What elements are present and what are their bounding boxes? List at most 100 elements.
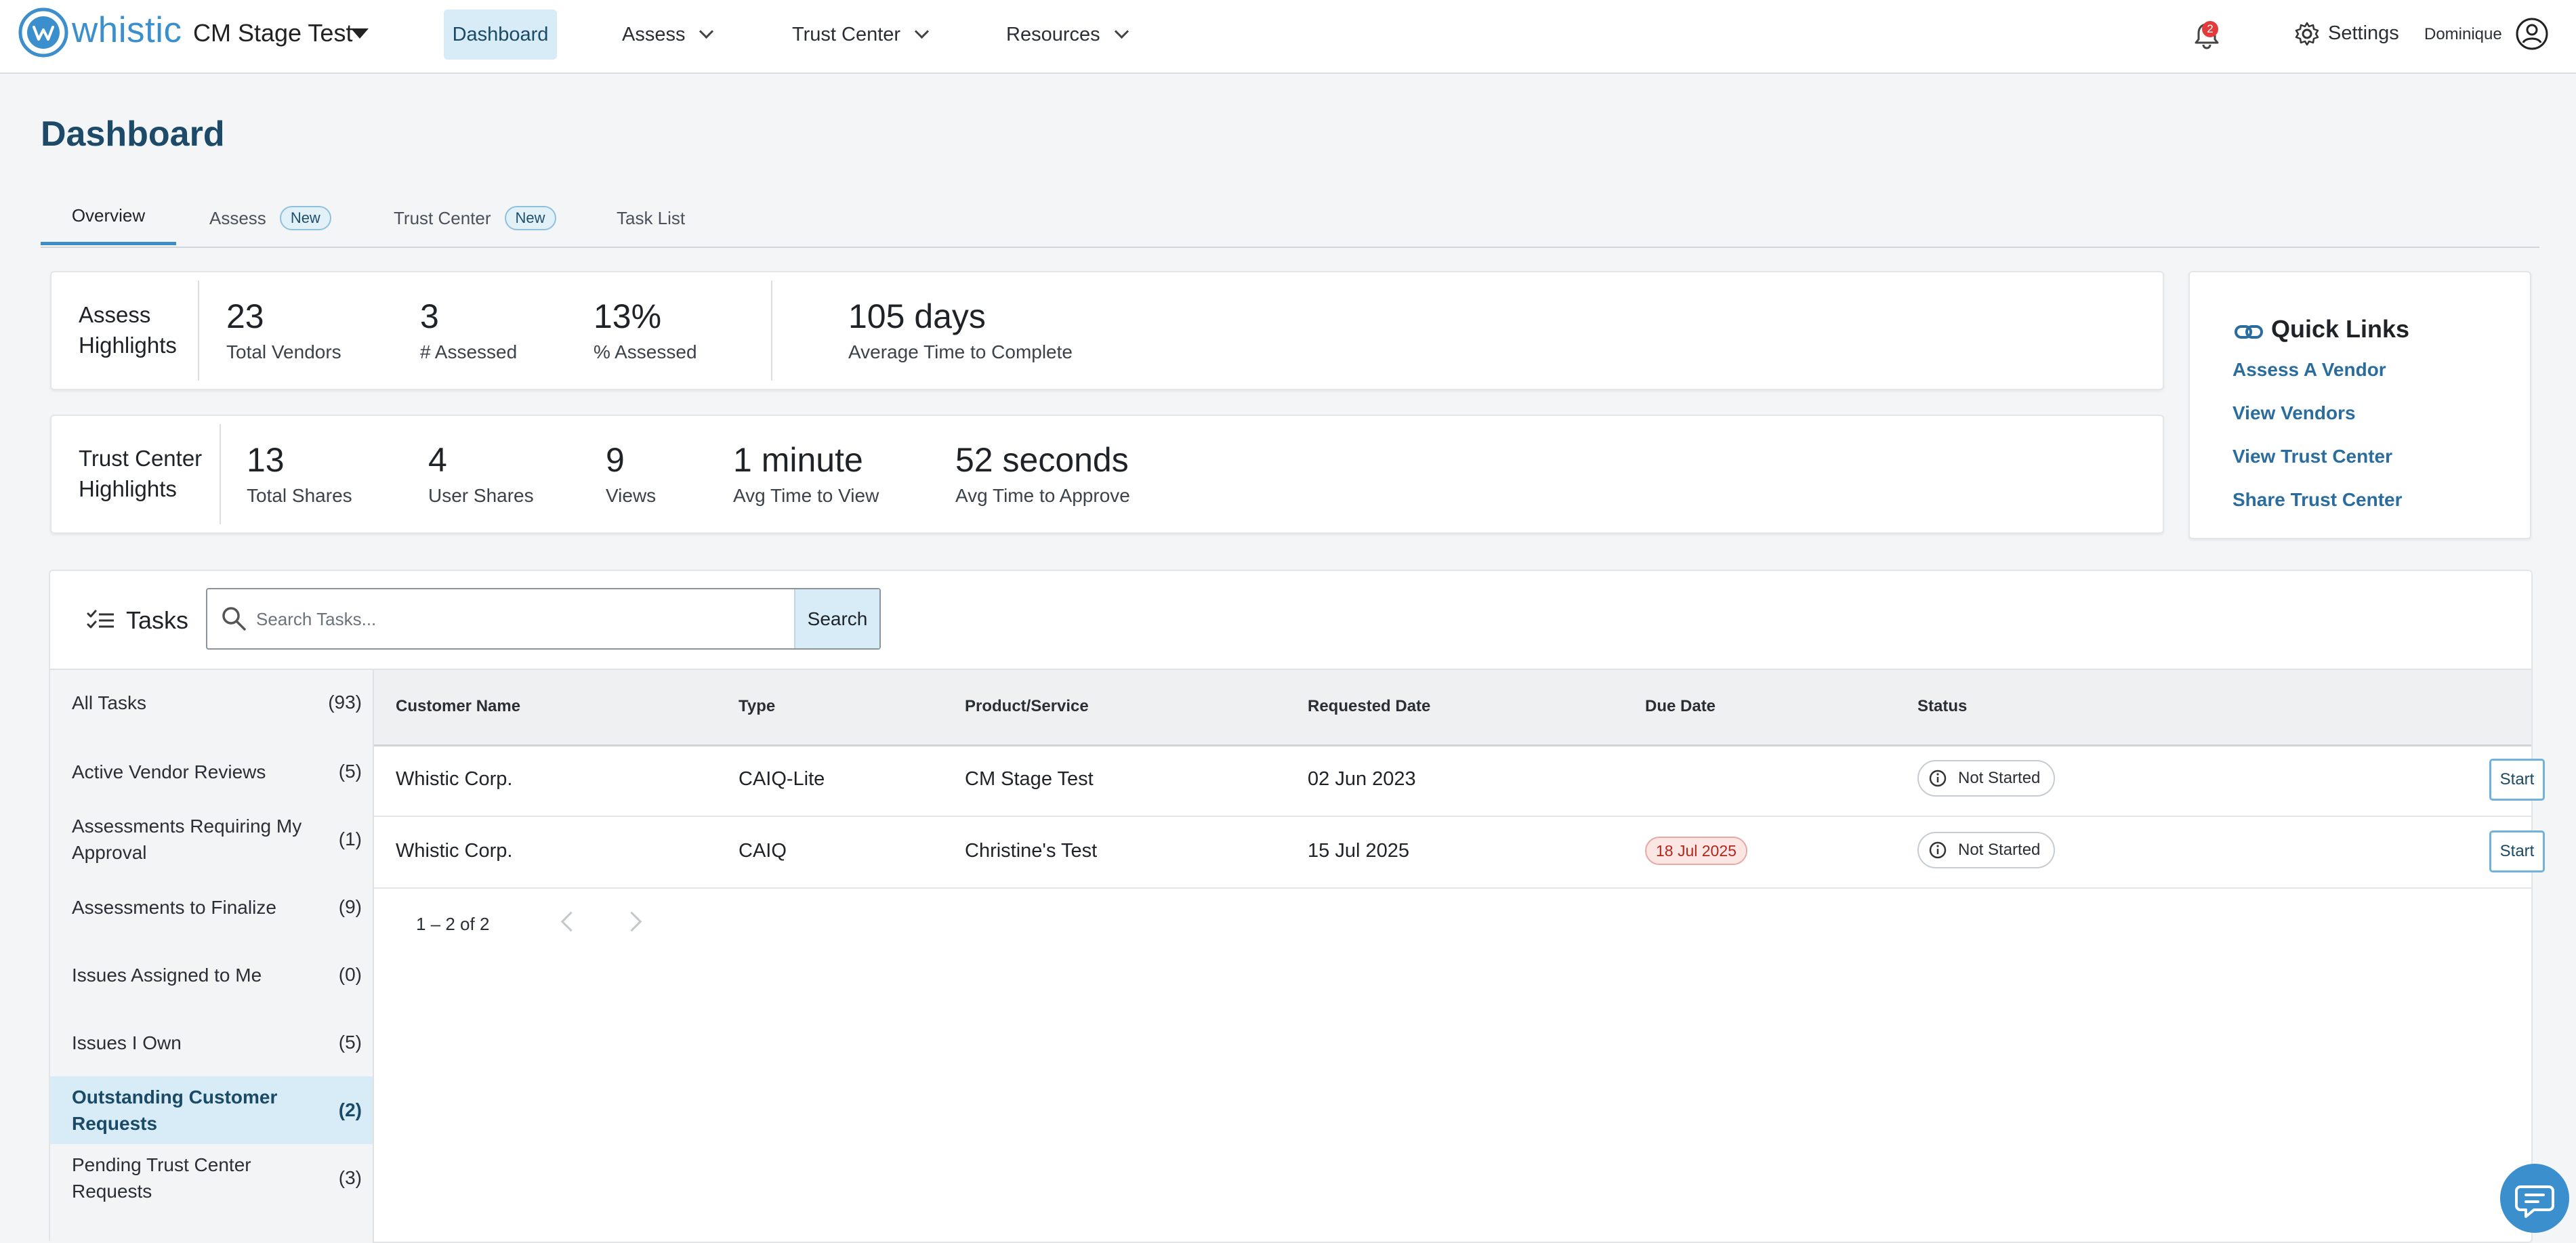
filter-all-tasks[interactable]: All Tasks (93) bbox=[50, 670, 373, 735]
quick-link-view-vendors[interactable]: View Vendors bbox=[2232, 402, 2356, 424]
quick-link-assess-vendor[interactable]: Assess A Vendor bbox=[2232, 359, 2386, 381]
filter-active-vendor-reviews[interactable]: Active Vendor Reviews (5) bbox=[50, 738, 373, 805]
filter-assessments-to-finalize[interactable]: Assessments to Finalize (9) bbox=[50, 873, 373, 941]
cell-requested-date: 15 Jul 2025 bbox=[1308, 840, 1409, 862]
column-status[interactable]: Status bbox=[1917, 697, 1967, 716]
status-badge: Not Started bbox=[1917, 760, 2056, 797]
stat-avg-time-approve-value: 52 seconds bbox=[955, 441, 1129, 479]
tab-assess-label: Assess bbox=[209, 207, 266, 228]
filter-pending-trust-center-requests[interactable]: Pending Trust Center Requests (3) bbox=[50, 1144, 373, 1212]
trust-center-highlights-card: Trust Center Highlights 13 Total Shares … bbox=[50, 415, 2164, 534]
user-name[interactable]: Dominique bbox=[2424, 25, 2502, 44]
cell-customer: Whistic Corp. bbox=[396, 840, 513, 862]
stat-assessed-label: # Assessed bbox=[420, 341, 518, 362]
divider bbox=[220, 424, 221, 524]
chevron-down-icon bbox=[1114, 24, 1129, 39]
column-product-service[interactable]: Product/Service bbox=[965, 697, 1089, 716]
divider bbox=[198, 280, 199, 381]
column-customer-name[interactable]: Customer Name bbox=[396, 697, 520, 716]
cell-type: CAIQ-Lite bbox=[739, 768, 825, 790]
column-requested-date[interactable]: Requested Date bbox=[1308, 697, 1430, 716]
trust-highlights-label: Trust Center Highlights bbox=[79, 443, 202, 504]
tab-trust-center[interactable]: Trust Center New bbox=[394, 190, 556, 247]
nav-dashboard-label: Dashboard bbox=[452, 23, 549, 45]
filter-count: (3) bbox=[338, 1167, 362, 1188]
table-row[interactable]: Whistic Corp. CAIQ-Lite CM Stage Test 02… bbox=[374, 745, 2545, 817]
trust-highlights-label-line1: Trust Center bbox=[79, 446, 203, 471]
search-icon bbox=[222, 607, 246, 631]
filter-count: (1) bbox=[338, 828, 362, 849]
chat-support-button[interactable] bbox=[2500, 1164, 2569, 1233]
stat-avg-time-complete-value: 105 days bbox=[848, 297, 986, 335]
tab-assess[interactable]: Assess New bbox=[209, 190, 331, 247]
stat-total-vendors-label: Total Vendors bbox=[226, 341, 341, 362]
cell-requested-date: 02 Jun 2023 bbox=[1308, 768, 1416, 790]
dashboard-tabs: Overview Assess New Trust Center New Task … bbox=[41, 190, 2539, 248]
cell-product: Christine's Test bbox=[965, 840, 1098, 862]
notification-count-badge: 2 bbox=[2202, 21, 2218, 37]
stat-total-vendors-value: 23 bbox=[226, 297, 264, 335]
quick-link-share-trust-center[interactable]: Share Trust Center bbox=[2232, 489, 2403, 511]
top-navigation-bar: whistic CM Stage Test Dashboard Assess T… bbox=[0, 0, 2576, 74]
nav-resources[interactable]: Resources bbox=[1006, 9, 1129, 60]
filter-count: (0) bbox=[338, 964, 362, 985]
stat-total-shares-value: 13 bbox=[247, 441, 285, 479]
filter-label: Assessments Requiring My Approval bbox=[72, 816, 302, 863]
stat-avg-time-approve-label: Avg Time to Approve bbox=[955, 485, 1130, 506]
caret-down-icon[interactable] bbox=[351, 28, 369, 39]
filter-label: Issues I Own bbox=[72, 1032, 182, 1053]
divider bbox=[771, 280, 772, 381]
start-button[interactable]: Start bbox=[2489, 830, 2545, 872]
table-row[interactable]: Whistic Corp. CAIQ Christine's Test 15 J… bbox=[374, 817, 2545, 889]
tab-overview[interactable]: Overview bbox=[41, 190, 176, 245]
nav-trust-center-label: Trust Center bbox=[792, 23, 901, 45]
start-button[interactable]: Start bbox=[2489, 759, 2545, 801]
checklist-icon bbox=[87, 610, 114, 629]
tasks-panel: Tasks Search All Tasks (93) Active Vendo… bbox=[49, 570, 2545, 1243]
page-title: Dashboard bbox=[41, 114, 225, 154]
stat-percent-assessed-value: 13% bbox=[594, 297, 662, 335]
settings-link[interactable]: Settings bbox=[2328, 22, 2399, 45]
whistic-logo-icon[interactable] bbox=[18, 7, 69, 58]
filter-outstanding-customer-requests[interactable]: Outstanding Customer Requests (2) bbox=[50, 1076, 373, 1144]
nav-resources-label: Resources bbox=[1006, 23, 1100, 45]
filter-count: (2) bbox=[338, 1099, 362, 1120]
nav-dashboard[interactable]: Dashboard bbox=[444, 9, 557, 60]
filter-issues-i-own[interactable]: Issues I Own (5) bbox=[50, 1009, 373, 1076]
chevron-down-icon bbox=[699, 24, 714, 39]
user-avatar-icon[interactable] bbox=[2515, 17, 2549, 51]
status-text: Not Started bbox=[1958, 841, 2041, 859]
tab-task-list[interactable]: Task List bbox=[617, 190, 685, 247]
filter-count: (5) bbox=[338, 1032, 362, 1053]
stat-avg-time-view-value: 1 minute bbox=[733, 441, 863, 479]
stat-views-value: 9 bbox=[606, 441, 625, 479]
stat-user-shares-value: 4 bbox=[428, 441, 447, 479]
column-due-date[interactable]: Due Date bbox=[1645, 697, 1716, 716]
filter-label: Pending Trust Center Requests bbox=[72, 1154, 251, 1202]
chevron-down-icon bbox=[914, 24, 930, 39]
column-type[interactable]: Type bbox=[739, 697, 775, 716]
filter-count: (5) bbox=[338, 761, 362, 782]
info-icon bbox=[1929, 770, 1947, 787]
nav-trust-center[interactable]: Trust Center bbox=[792, 9, 930, 60]
tab-task-list-label: Task List bbox=[617, 207, 686, 228]
gear-icon[interactable] bbox=[2294, 21, 2320, 47]
organization-switcher[interactable]: CM Stage Test bbox=[193, 19, 352, 47]
quick-link-view-trust-center[interactable]: View Trust Center bbox=[2232, 446, 2392, 467]
stat-user-shares-label: User Shares bbox=[428, 485, 534, 506]
logo-text[interactable]: whistic bbox=[72, 9, 182, 51]
assess-highlights-card: Assess Highlights 23 Total Vendors 3 # A… bbox=[50, 271, 2164, 390]
new-badge: New bbox=[504, 206, 556, 230]
filter-issues-assigned-to-me[interactable]: Issues Assigned to Me (0) bbox=[50, 941, 373, 1009]
nav-assess-label: Assess bbox=[622, 23, 686, 45]
filter-assessments-requiring-approval[interactable]: Assessments Requiring My Approval (1) bbox=[50, 805, 373, 873]
filter-count: (93) bbox=[328, 692, 362, 713]
cell-customer: Whistic Corp. bbox=[396, 768, 513, 790]
cell-product: CM Stage Test bbox=[965, 768, 1094, 790]
stat-avg-time-complete-label: Average Time to Complete bbox=[848, 341, 1073, 362]
nav-assess[interactable]: Assess bbox=[622, 9, 714, 60]
assess-highlights-label-line2: Highlights bbox=[79, 333, 177, 358]
new-badge: New bbox=[279, 206, 331, 230]
search-tasks-input[interactable] bbox=[255, 589, 786, 650]
search-button[interactable]: Search bbox=[794, 589, 879, 648]
